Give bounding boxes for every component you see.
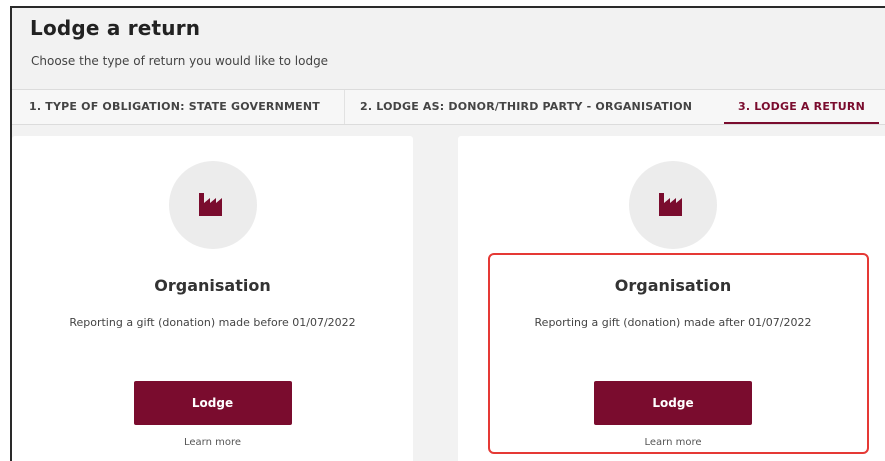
tab-divider [344, 90, 345, 124]
step-tabs: 1. TYPE OF OBLIGATION: STATE GOVERNMENT … [12, 89, 885, 125]
card-title: Organisation [154, 276, 271, 295]
learn-more-link[interactable]: Learn more [12, 437, 413, 448]
tab-lodge-a-return[interactable]: 3. LODGE A RETURN [724, 90, 879, 124]
card-title: Organisation [614, 276, 732, 295]
tab-label: 3. LODGE A RETURN [738, 100, 865, 113]
icon-badge [168, 161, 257, 249]
lodge-button[interactable]: Lodge [594, 381, 752, 425]
return-option-card-after: Organisation Reporting a gift (donation)… [458, 136, 885, 461]
card-description: Reporting a gift (donation) made before … [69, 316, 356, 329]
factory-icon [659, 193, 682, 216]
factory-icon [198, 193, 222, 216]
tab-label: 2. LODGE AS: DONOR/THIRD PARTY - ORGANIS… [360, 100, 693, 113]
page-title: Lodge a return [30, 16, 201, 40]
active-tab-indicator [724, 122, 879, 124]
tab-lodge-as[interactable]: 2. LODGE AS: DONOR/THIRD PARTY - ORGANIS… [360, 90, 692, 124]
page-subtitle: Choose the type of return you would like… [31, 54, 329, 68]
lodge-button[interactable]: Lodge [133, 381, 292, 425]
return-option-card-before: Organisation Reporting a gift (donation)… [12, 136, 413, 461]
learn-more-link[interactable]: Learn more [458, 437, 885, 448]
app-frame: Lodge a return Choose the type of return… [10, 6, 885, 461]
page-header: Lodge a return Choose the type of return… [12, 8, 885, 90]
card-description: Reporting a gift (donation) made after 0… [534, 316, 812, 329]
tab-type-of-obligation[interactable]: 1. TYPE OF OBLIGATION: STATE GOVERNMENT [29, 90, 320, 124]
tab-label: 1. TYPE OF OBLIGATION: STATE GOVERNMENT [29, 100, 320, 113]
icon-badge [629, 161, 717, 249]
